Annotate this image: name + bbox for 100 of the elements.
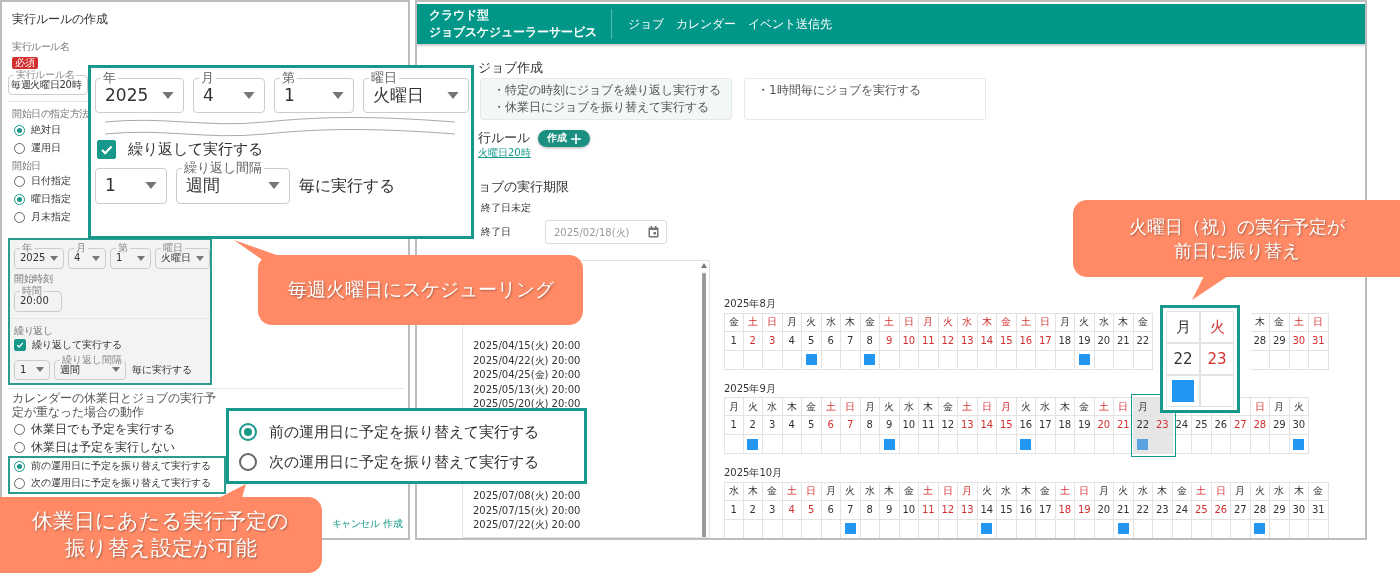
rule-link[interactable]: 火曜日20時 [478,146,531,160]
text-button[interactable]: 作成 [381,517,404,530]
select-field[interactable]: 1 [95,161,167,204]
date-cell: 9 [880,416,900,436]
dialog-title: 実行ルールの作成 [12,12,109,27]
weekday-cell: 水 [1094,312,1114,332]
calendar-icon [648,226,659,238]
weekday-cell: 木 [743,481,763,501]
select-field[interactable]: 繰り返し間隔 週間 [54,353,126,380]
template-card[interactable]: ・特定の時刻にジョブを繰り返し実行する ・休業日にジョブを振り替えて実行する [480,78,732,121]
brand-name: クラウド型 [429,7,490,24]
date-cell: 3 [763,331,783,351]
weekday-cell: 土 [880,312,900,332]
date-cell: 31 [1309,331,1329,351]
date-cell: 25 [1192,416,1212,436]
date-cell: 6 [821,500,841,520]
nav-link[interactable]: ジョブ [628,16,664,32]
run-date: 2025/05/13(火) 20:00 [473,382,582,397]
select-field[interactable]: 1 [14,353,50,380]
date-cell: 22 [1166,343,1200,375]
caret-icon [36,367,44,373]
date-cell: 8 [860,331,880,351]
template-card[interactable]: ・1時間毎にジョブを実行する [744,78,986,121]
select-field[interactable]: 年 2025 [95,71,184,114]
select-field[interactable]: 繰り返し間隔 週間 [176,161,290,204]
weekday-cell: 水 [860,481,880,501]
weekday-cell: 金 [724,312,744,332]
date-cell: 10 [899,500,919,520]
checkbox-label: 繰り返して実行する [32,339,122,352]
radio-label: 次の運用日に予定を振り替えて実行する [269,452,539,472]
month-title: 2025年9月 [724,382,776,396]
field-label: 月 [199,71,216,84]
date-cell: 14 [977,500,997,520]
input-field[interactable]: 時間 20:00 [14,285,62,312]
weekday-cell: 金 [1270,312,1290,332]
select-field[interactable]: 第 1 [274,71,354,114]
date-cell: 5 [802,500,822,520]
radio-button[interactable] [239,423,257,441]
weekday-cell: 金 [899,481,919,501]
select-field[interactable]: 月 4 [68,242,106,269]
select-field[interactable]: 年 2025 [14,242,64,269]
radio-button[interactable] [239,453,257,471]
radio-label: 前の運用日に予定を振り替えて実行する [31,460,211,473]
date-cell: 1 [724,416,744,436]
checkmark-icon [16,341,24,350]
section-label: 開始日 [12,159,41,172]
date-cell: 16 [1016,500,1036,520]
weekday-cell: 日 [938,481,958,501]
radio-label: 曜日指定 [31,192,71,206]
caret-icon [112,367,120,373]
section-label: カレンダーの休業日とジョブの実行予定が重なった場合の動作 [12,391,217,419]
checkbox[interactable] [14,339,26,352]
run-date: 2025/05/20(火) 20:00 [473,397,582,412]
create-button[interactable]: 作成 [538,130,590,147]
date-cell: 11 [919,331,939,351]
weekday-cell: 木 [880,481,900,501]
date-cell: 7 [841,416,861,436]
weekday-cell: 金 [938,397,958,417]
radio-label: 日付指定 [31,174,71,188]
date-cell: 23 [1153,500,1173,520]
select-field[interactable]: 月 4 [193,71,265,114]
weekday-cell: 金 [1036,481,1056,501]
weekday-cell: 水 [958,312,978,332]
weekday-cell: 月 [821,481,841,501]
date-cell: 16 [1016,331,1036,351]
section-title: 行ルール [478,130,530,147]
caret-icon [137,255,145,261]
nav-link[interactable]: カレンダー [676,16,736,32]
date-cell: 14 [977,416,997,436]
weekday-cell: 土 [958,397,978,417]
callout-text: 休業日にあたる実行予定の振り替え設定が可能 [31,507,291,562]
run-marker [747,438,759,450]
field-label: 年 [20,242,34,253]
date-cell: 21 [1114,500,1134,520]
text-button[interactable]: キャンセル [329,517,381,530]
weekday-cell: 木 [1289,481,1309,501]
run-date: 2025/07/15(火) 20:00 [473,503,582,518]
radio-label: 休業日は予定を実行しない [31,439,175,455]
date-cell: 17 [1036,416,1056,436]
date-cell: 1 [724,500,744,520]
section-title: ョブの実行期限 [478,179,569,196]
caret-icon [447,92,459,100]
date-cell: 27 [1231,416,1251,436]
date-cell: 21 [1114,416,1134,436]
option-label: 終了日 [481,225,511,239]
select-field[interactable]: 第 1 [110,242,151,269]
weekday-cell: 土 [1055,481,1075,501]
weekday-cell: 土 [1289,312,1309,332]
nav-link[interactable]: イベント送信先 [748,16,832,32]
card-text: ・1時間毎にジョブを実行する [757,82,922,100]
select-field[interactable]: 曜日 火曜日 [155,242,210,269]
date-cell: 28 [1250,500,1270,520]
date-cell: 2 [743,500,763,520]
date-field[interactable]: 2025/02/18(火) [545,220,667,244]
checkbox[interactable] [97,140,116,160]
weekday-cell: 金 [997,312,1017,332]
input-field[interactable]: 実行ルール名 毎週火曜日20時 [8,68,88,95]
run-marker [1117,523,1129,535]
date-cell: 24 [1172,500,1192,520]
date-cell: 28 [1250,331,1270,351]
